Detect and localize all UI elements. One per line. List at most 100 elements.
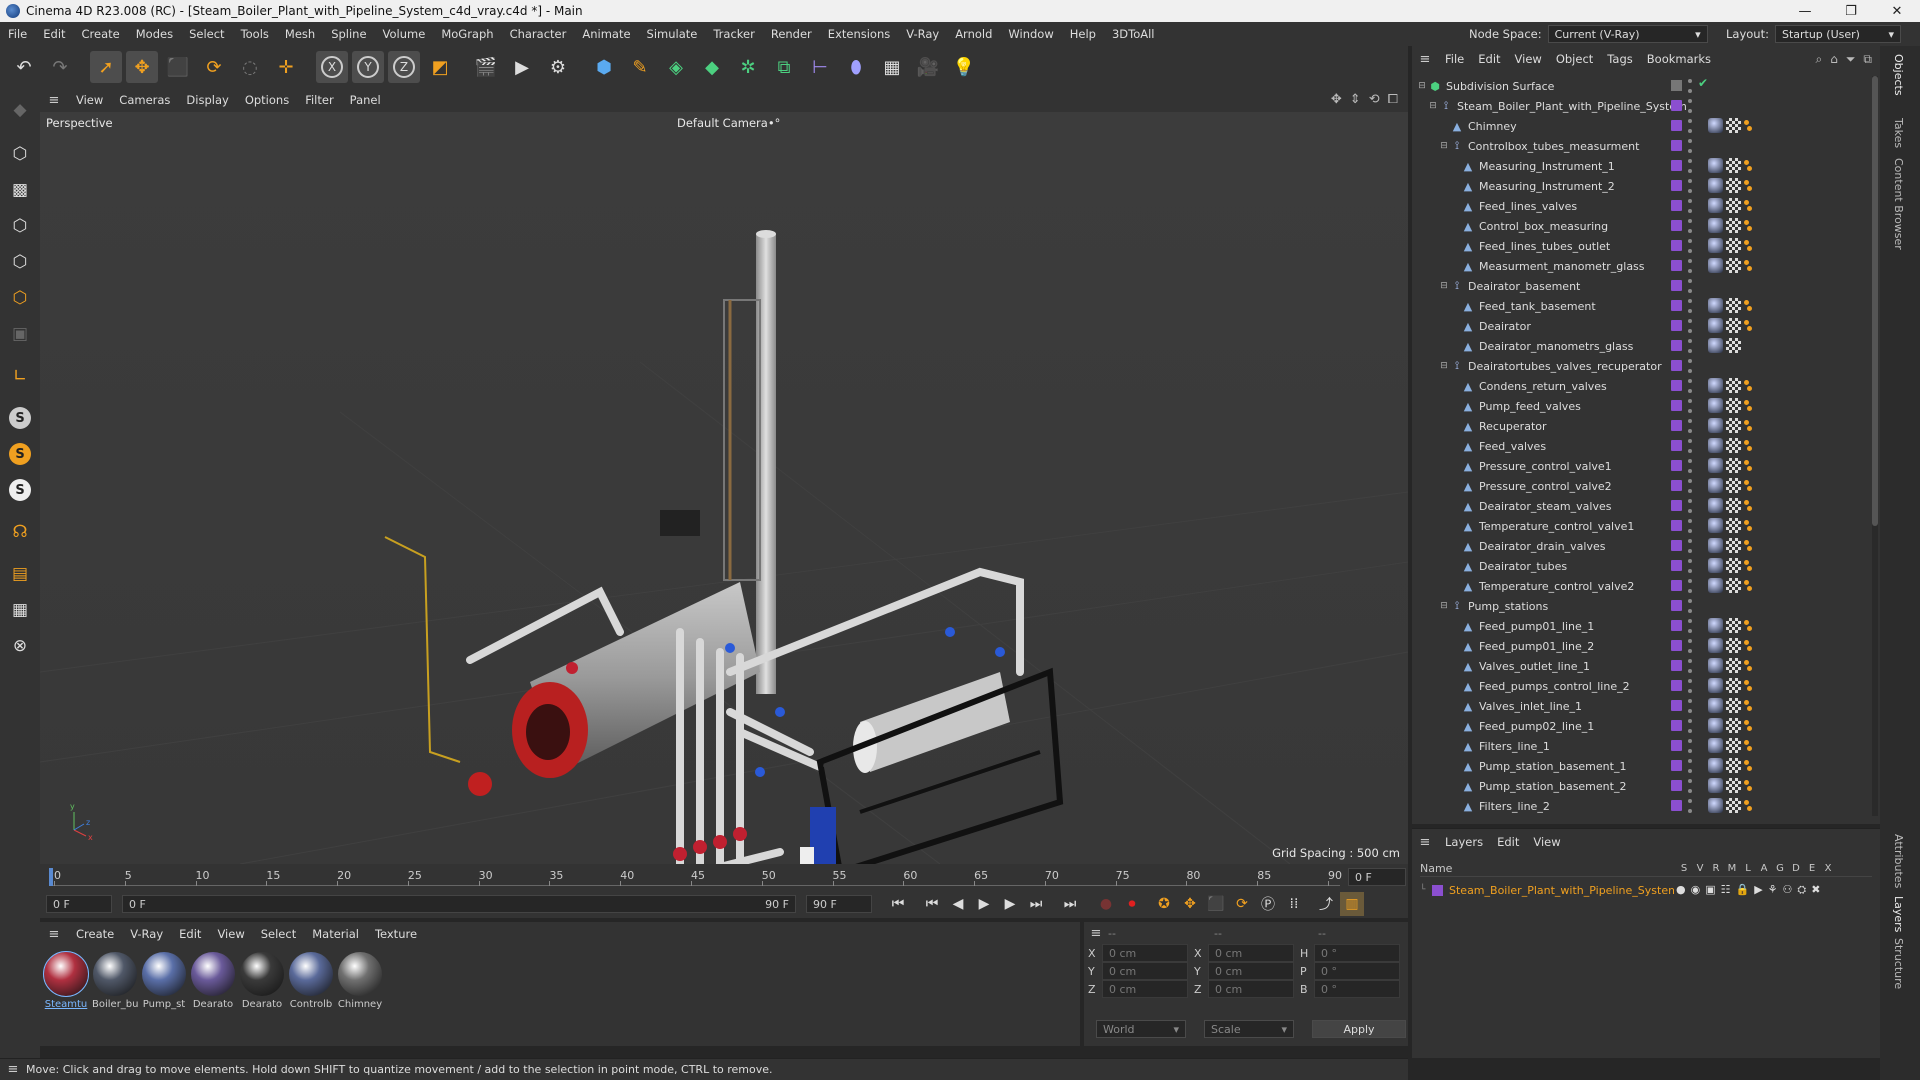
visibility-dots-icon[interactable] <box>1688 439 1693 453</box>
menu-tools[interactable]: Tools <box>233 27 277 41</box>
filter-icon[interactable]: ⏷ <box>1846 52 1856 67</box>
pen-button[interactable]: ✎ <box>624 51 656 83</box>
tab-takes[interactable]: Takes <box>1892 118 1905 148</box>
uvw-tag-icon[interactable] <box>1726 758 1741 773</box>
layer-color-swatch[interactable] <box>1671 140 1682 151</box>
visibility-dots-icon[interactable] <box>1688 619 1693 633</box>
object-name[interactable]: Feed_pumps_control_line_2 <box>1479 680 1630 693</box>
coord-value-field[interactable]: 0 ° <box>1314 962 1400 980</box>
material-tag-icon[interactable] <box>1708 678 1723 693</box>
menu-select[interactable]: Select <box>181 27 232 41</box>
uvw-tag-icon[interactable] <box>1726 258 1741 273</box>
menu-extensions[interactable]: Extensions <box>820 27 898 41</box>
manager-icon[interactable]: ☷ <box>1721 883 1731 897</box>
animation-icon[interactable]: ▶ <box>1754 883 1762 897</box>
uvw-tag-icon[interactable] <box>1726 198 1741 213</box>
material-tag-icon[interactable] <box>1708 538 1723 553</box>
key-scale-button[interactable]: ⬛ <box>1204 892 1228 916</box>
subdivision-button[interactable]: ◈ <box>660 51 692 83</box>
vray-tag-icon[interactable] <box>1744 399 1752 412</box>
generator-icon[interactable]: ⚘ <box>1768 883 1778 897</box>
vray-tag-icon[interactable] <box>1744 679 1752 692</box>
object-row[interactable]: ▲ Feed_lines_valves <box>1412 196 1874 216</box>
object-name[interactable]: Feed_tank_basement <box>1479 300 1596 313</box>
object-menu-edit[interactable]: Edit <box>1471 52 1507 66</box>
camera-label[interactable]: Default Camera•° <box>677 116 780 130</box>
object-row[interactable]: ⊟ ⟟ Deairator_basement <box>1412 276 1874 296</box>
visibility-dots-icon[interactable] <box>1688 639 1693 653</box>
visibility-dots-icon[interactable] <box>1688 279 1693 293</box>
go-to-start-button[interactable]: ⏮ <box>886 892 910 916</box>
visibility-dots-icon[interactable] <box>1688 699 1693 713</box>
play-button[interactable]: ▶ <box>972 892 996 916</box>
uvw-tag-icon[interactable] <box>1726 438 1741 453</box>
maximize-view-icon[interactable]: ⧠ <box>1388 92 1398 107</box>
go-to-end-button[interactable]: ⏭ <box>1058 892 1082 916</box>
coord-value-field[interactable]: 0 cm <box>1102 962 1188 980</box>
layer-color-swatch[interactable] <box>1671 240 1682 251</box>
vray-tag-icon[interactable] <box>1744 699 1752 712</box>
tab-attributes[interactable]: Attributes <box>1892 834 1905 888</box>
tab-layers[interactable]: Layers <box>1892 896 1905 932</box>
object-row[interactable]: ▲ Feed_pump02_line_1 <box>1412 716 1874 736</box>
edge-mode-button[interactable]: ⬡ <box>4 246 36 278</box>
material-menu-texture[interactable]: Texture <box>367 927 425 941</box>
object-row[interactable]: ▲ Measurment_manometr_glass <box>1412 256 1874 276</box>
uv-mode-button[interactable]: ▣ <box>4 318 36 350</box>
material-tag-icon[interactable] <box>1708 558 1723 573</box>
menu-create[interactable]: Create <box>74 27 128 41</box>
collapse-toggle-icon[interactable]: ⊟ <box>1438 141 1450 151</box>
object-row[interactable]: ▲ Filters_line_2 <box>1412 796 1874 816</box>
transform-tool-button[interactable]: ✛ <box>270 51 302 83</box>
vray-tag-icon[interactable] <box>1744 719 1752 732</box>
visibility-dots-icon[interactable] <box>1688 719 1693 733</box>
menu-file[interactable]: File <box>0 27 35 41</box>
material-tag-icon[interactable] <box>1708 518 1723 533</box>
vray-tag-icon[interactable] <box>1744 259 1752 272</box>
object-name[interactable]: Feed_pump01_line_2 <box>1479 640 1594 653</box>
menu-spline[interactable]: Spline <box>323 27 374 41</box>
x-axis-button[interactable]: X <box>316 51 348 83</box>
menu-mesh[interactable]: Mesh <box>277 27 323 41</box>
uvw-tag-icon[interactable] <box>1726 338 1741 353</box>
vray-tag-icon[interactable] <box>1744 739 1752 752</box>
vray-tag-icon[interactable] <box>1744 299 1752 312</box>
coordinate-system-button[interactable]: ◩ <box>424 51 456 83</box>
timeline-end-field[interactable]: 0 F <box>1348 868 1406 886</box>
object-name[interactable]: Deairator_manometrs_glass <box>1479 340 1633 353</box>
collapse-toggle-icon[interactable]: ⊟ <box>1438 281 1450 291</box>
object-row[interactable]: ▲ Feed_pumps_control_line_2 <box>1412 676 1874 696</box>
layer-color-swatch[interactable] <box>1671 200 1682 211</box>
object-name[interactable]: Deairatortubes_valves_recuperator <box>1468 360 1662 373</box>
layer-color-swatch[interactable] <box>1671 500 1682 511</box>
visibility-dots-icon[interactable] <box>1688 99 1693 113</box>
coord-value-field[interactable]: 0 cm <box>1208 944 1294 962</box>
uvw-tag-icon[interactable] <box>1726 518 1741 533</box>
object-name[interactable]: Control_box_measuring <box>1479 220 1608 233</box>
object-row[interactable]: ▲ Recuperator <box>1412 416 1874 436</box>
prev-key-button[interactable]: ⏮ <box>920 892 944 916</box>
visibility-dots-icon[interactable] <box>1688 739 1693 753</box>
object-name[interactable]: Deairator_basement <box>1468 280 1580 293</box>
light-button[interactable]: 💡 <box>948 51 980 83</box>
collapse-toggle-icon[interactable]: ⊟ <box>1438 601 1450 611</box>
uvw-tag-icon[interactable] <box>1726 418 1741 433</box>
minimize-button[interactable]: — <box>1782 0 1828 22</box>
vray-tag-icon[interactable] <box>1744 519 1752 532</box>
object-name[interactable]: Valves_inlet_line_1 <box>1479 700 1582 713</box>
layer-color-swatch[interactable] <box>1671 660 1682 671</box>
layer-color-swatch[interactable] <box>1671 520 1682 531</box>
object-row[interactable]: ⊟ ⟟ Controlbox_tubes_measurment <box>1412 136 1874 156</box>
playhead[interactable] <box>49 868 53 886</box>
object-name[interactable]: Filters_line_2 <box>1479 800 1550 813</box>
material-tag-icon[interactable] <box>1708 298 1723 313</box>
material-menu-select[interactable]: Select <box>253 927 304 941</box>
vray-tag-icon[interactable] <box>1744 479 1752 492</box>
material-tag-icon[interactable] <box>1708 758 1723 773</box>
object-row[interactable]: ⊟ ⟟ Steam_Boiler_Plant_with_Pipeline_Syste… <box>1412 96 1874 116</box>
visibility-dots-icon[interactable] <box>1688 199 1693 213</box>
search-icon[interactable]: ⌕ <box>1815 52 1822 67</box>
close-button[interactable]: ✕ <box>1874 0 1920 22</box>
visibility-dots-icon[interactable] <box>1688 459 1693 473</box>
layer-color-swatch[interactable] <box>1671 780 1682 791</box>
